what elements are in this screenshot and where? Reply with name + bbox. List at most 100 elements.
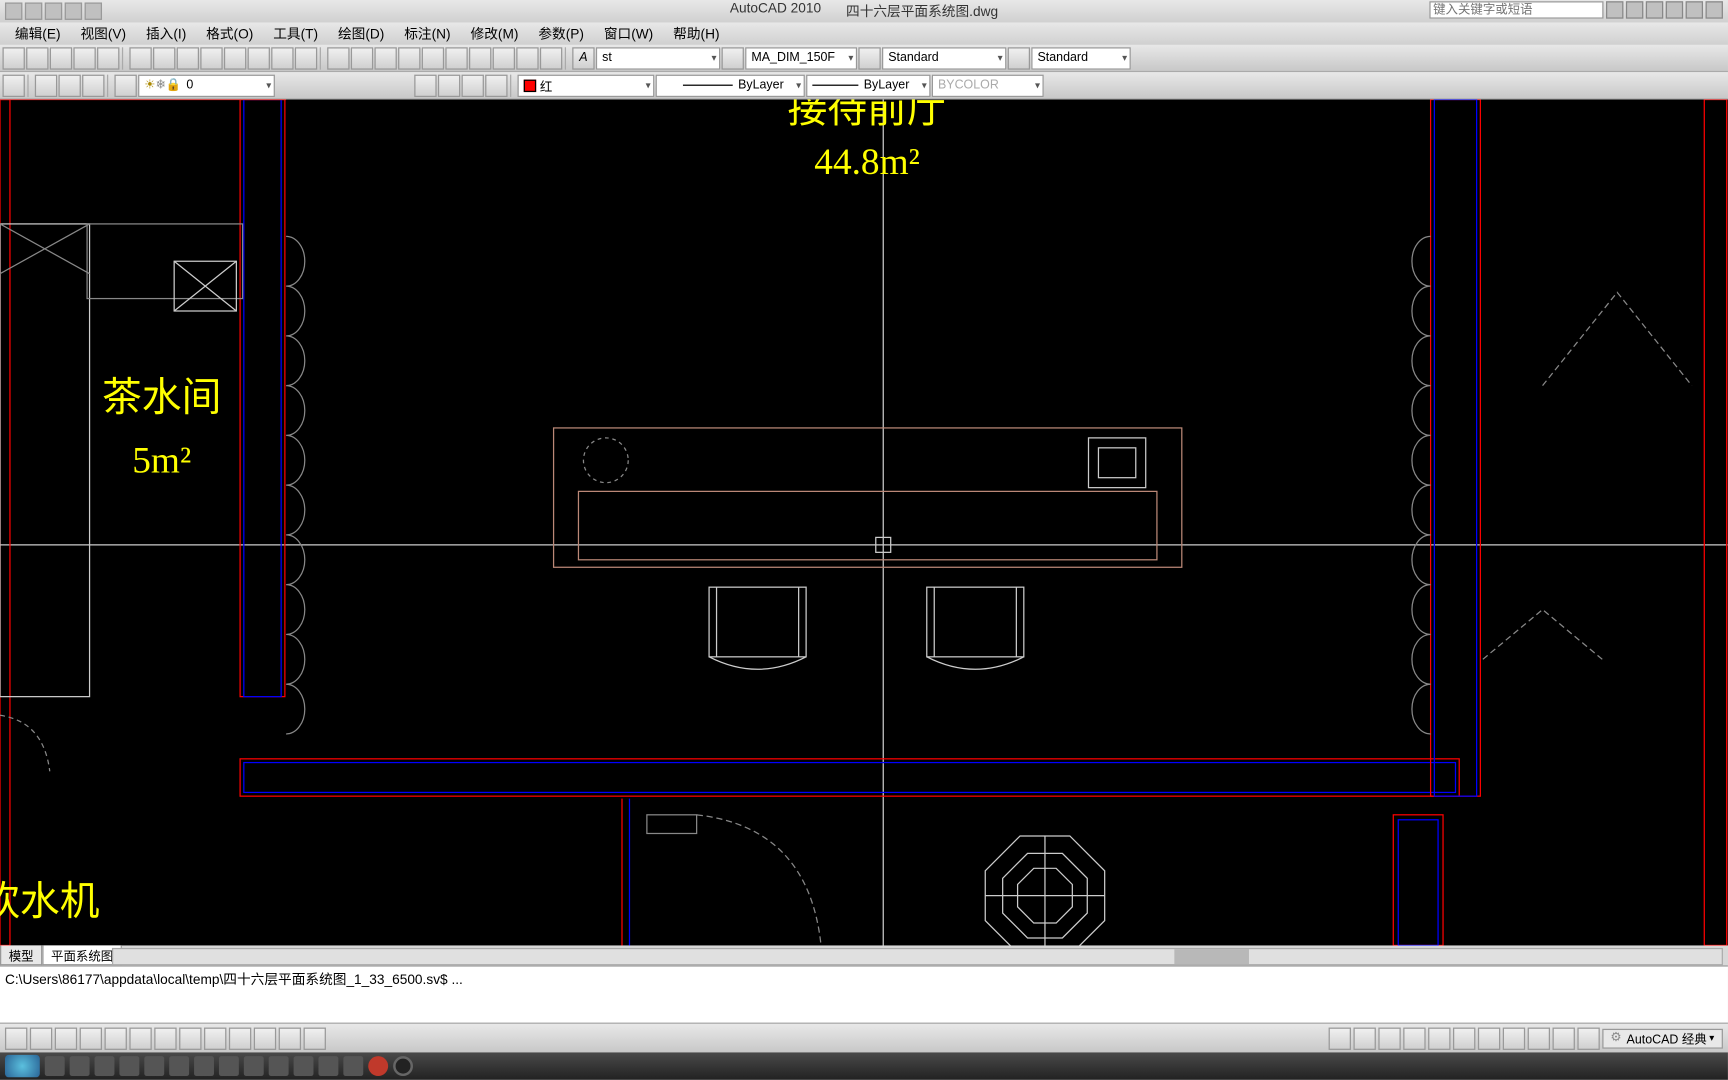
textstyle-icon[interactable]: A: [572, 47, 594, 69]
search-icon[interactable]: [1606, 1, 1623, 18]
task-icon-12[interactable]: [318, 1056, 338, 1076]
qat-undo-icon[interactable]: [85, 2, 102, 19]
menu-format[interactable]: 格式(O): [196, 24, 263, 44]
menu-draw[interactable]: 绘图(D): [328, 24, 394, 44]
qp-btn[interactable]: [229, 1027, 251, 1049]
mleader-style-combo[interactable]: Standard: [1031, 47, 1131, 69]
task-icon-5[interactable]: [144, 1056, 164, 1076]
task-icon-10[interactable]: [269, 1056, 289, 1076]
menu-insert[interactable]: 插入(I): [136, 24, 196, 44]
qview-btn[interactable]: [1353, 1027, 1375, 1049]
task-icon-11[interactable]: [294, 1056, 314, 1076]
task-icon-6[interactable]: [169, 1056, 189, 1076]
task-icon-7[interactable]: [194, 1056, 214, 1076]
start-button[interactable]: [5, 1055, 40, 1077]
help-icon[interactable]: [1706, 1, 1723, 18]
menu-help[interactable]: 帮助(H): [663, 24, 729, 44]
qat-save-icon[interactable]: [45, 2, 62, 19]
tool-icon-13[interactable]: [295, 47, 317, 69]
qat-print-icon[interactable]: [65, 2, 82, 19]
status-r6[interactable]: [1452, 1027, 1474, 1049]
tool-icon-16[interactable]: [374, 47, 396, 69]
menu-modify[interactable]: 修改(M): [461, 24, 529, 44]
tool-icon-20[interactable]: [469, 47, 491, 69]
grid-btn[interactable]: [30, 1027, 52, 1049]
snap-btn[interactable]: [5, 1027, 27, 1049]
infocenter-btn-2[interactable]: [1646, 1, 1663, 18]
status-r9[interactable]: [1527, 1027, 1549, 1049]
tab-model[interactable]: 模型: [0, 945, 42, 965]
ortho-btn[interactable]: [55, 1027, 77, 1049]
status-r8[interactable]: [1502, 1027, 1524, 1049]
task-icon-4[interactable]: [119, 1056, 139, 1076]
hscroll-thumb[interactable]: [1175, 949, 1250, 964]
search-input[interactable]: [1429, 1, 1603, 18]
qat-new-icon[interactable]: [5, 2, 22, 19]
task-icon-record[interactable]: [368, 1056, 388, 1076]
status-r3[interactable]: [1378, 1027, 1400, 1049]
task-icon-2[interactable]: [70, 1056, 90, 1076]
tool-icon-12[interactable]: [271, 47, 293, 69]
tool-icon-22[interactable]: [516, 47, 538, 69]
layer-icon-3[interactable]: [462, 74, 484, 96]
tool-icon-6[interactable]: [129, 47, 151, 69]
status-r7[interactable]: [1477, 1027, 1499, 1049]
layer-combo[interactable]: ☀❄🔒 0: [138, 74, 275, 96]
tool-zoom-win-icon[interactable]: [73, 47, 95, 69]
infocenter-btn-1[interactable]: [1626, 1, 1643, 18]
layer-icon-1[interactable]: [414, 74, 436, 96]
mleaderstyle-icon[interactable]: [1008, 47, 1030, 69]
tab-layout1[interactable]: 平面系统图: [42, 945, 122, 965]
menu-dimension[interactable]: 标注(N): [394, 24, 460, 44]
model-space-btn[interactable]: [1328, 1027, 1350, 1049]
tool-zoom-rt-icon[interactable]: [50, 47, 72, 69]
tool-icon-17[interactable]: [398, 47, 420, 69]
infocenter-btn-3[interactable]: [1666, 1, 1683, 18]
tool-icon-19[interactable]: [445, 47, 467, 69]
tool-icon-14[interactable]: [327, 47, 349, 69]
layer-icon-4[interactable]: [485, 74, 507, 96]
horizontal-scrollbar[interactable]: [112, 948, 1723, 965]
dyn-btn[interactable]: [179, 1027, 201, 1049]
tool-icon-15[interactable]: [351, 47, 373, 69]
tablestyle-icon[interactable]: [858, 47, 880, 69]
task-icon-1[interactable]: [45, 1056, 65, 1076]
text-style-combo[interactable]: st: [596, 47, 720, 69]
status-btn-13[interactable]: [304, 1027, 326, 1049]
tool-icon-7[interactable]: [153, 47, 175, 69]
ducs-btn[interactable]: [154, 1027, 176, 1049]
status-r11[interactable]: [1577, 1027, 1599, 1049]
polar-btn[interactable]: [80, 1027, 102, 1049]
menu-window[interactable]: 窗口(W): [594, 24, 663, 44]
status-btn-11[interactable]: [254, 1027, 276, 1049]
drawing-canvas[interactable]: 接待前厅 44.8m² 茶水间 5m² 饮水机 中心总办公室 25m²: [0, 100, 1728, 946]
tool-icon-23[interactable]: [540, 47, 562, 69]
menu-view[interactable]: 视图(V): [70, 24, 136, 44]
infocenter-btn-4[interactable]: [1686, 1, 1703, 18]
linetype-combo[interactable]: ByLayer: [656, 74, 805, 96]
task-icon-3[interactable]: [95, 1056, 115, 1076]
command-window[interactable]: C:\Users\86177\appdata\local\temp\四十六层平面…: [0, 965, 1728, 1022]
tool-icon-21[interactable]: [493, 47, 515, 69]
status-r10[interactable]: [1552, 1027, 1574, 1049]
task-icon-9[interactable]: [244, 1056, 264, 1076]
table-style-combo[interactable]: Standard: [882, 47, 1006, 69]
color-combo[interactable]: 红: [518, 74, 655, 96]
tool-r2-1[interactable]: [2, 74, 24, 96]
tool-pan-icon[interactable]: [26, 47, 48, 69]
plotstyle-combo[interactable]: BYCOLOR: [932, 74, 1044, 96]
tool-line-icon[interactable]: [2, 47, 24, 69]
tool-icon-18[interactable]: [422, 47, 444, 69]
task-icon-13[interactable]: [343, 1056, 363, 1076]
tool-icon-9[interactable]: [200, 47, 222, 69]
workspace-switcher[interactable]: ⚙ AutoCAD 经典 ▾: [1602, 1028, 1723, 1048]
layer-props-icon[interactable]: [114, 74, 136, 96]
dimstyle-icon[interactable]: [722, 47, 744, 69]
status-btn-12[interactable]: [279, 1027, 301, 1049]
menu-edit[interactable]: 编辑(E): [5, 24, 71, 44]
tool-icon-10[interactable]: [224, 47, 246, 69]
tool-r2-2[interactable]: [35, 74, 57, 96]
tool-icon-11[interactable]: [248, 47, 270, 69]
menu-param[interactable]: 参数(P): [528, 24, 594, 44]
tool-r2-3[interactable]: [58, 74, 80, 96]
